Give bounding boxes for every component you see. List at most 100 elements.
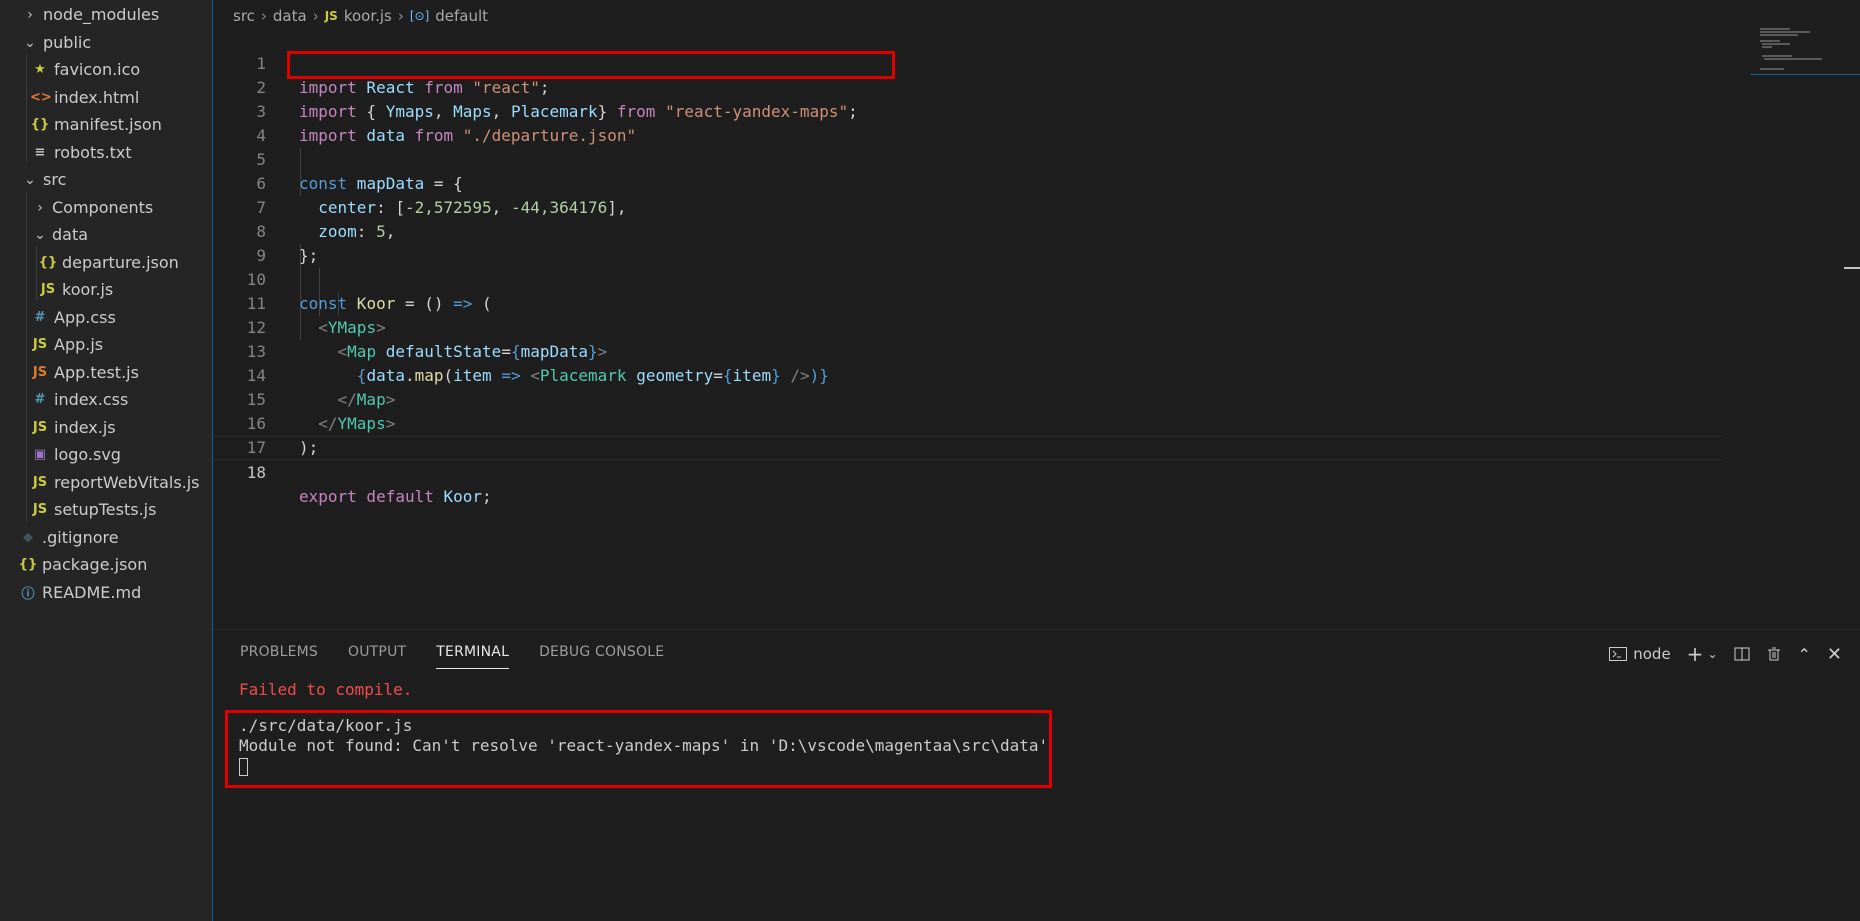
text-file-icon: ≡ bbox=[34, 145, 46, 160]
svg-image-icon: ▣ bbox=[33, 447, 47, 462]
chevron-right-icon: › bbox=[37, 199, 43, 216]
split-terminal-icon[interactable] bbox=[1734, 646, 1750, 662]
git-icon: ◆ bbox=[23, 530, 33, 545]
code-line: 3 import data from "./departure.json" bbox=[214, 76, 1724, 145]
minimap-viewport bbox=[1750, 74, 1860, 75]
chevron-right-icon: › bbox=[312, 7, 319, 25]
tree-item-report-web-vitals[interactable]: JS reportWebVitals.js bbox=[0, 469, 212, 496]
tree-item-label: src bbox=[43, 170, 67, 189]
tree-item-index-html[interactable]: <> index.html bbox=[0, 84, 212, 111]
code-line: 17 bbox=[214, 412, 1724, 457]
tab-output[interactable]: OUTPUT bbox=[348, 644, 406, 669]
tree-item-gitignore[interactable]: ◆ .gitignore bbox=[0, 524, 212, 551]
tree-item-label: data bbox=[52, 225, 89, 244]
tab-debug-console[interactable]: DEBUG CONSOLE bbox=[539, 644, 664, 669]
tree-item-app-js[interactable]: JS App.js bbox=[0, 331, 212, 358]
chevron-down-icon: ⌄ bbox=[24, 171, 36, 188]
tab-problems[interactable]: PROBLEMS bbox=[240, 644, 318, 669]
breadcrumb-item[interactable]: koor.js bbox=[344, 7, 392, 25]
breadcrumb: src › data › JS koor.js › [⊙] default bbox=[233, 5, 488, 27]
code-line: 4 bbox=[214, 100, 1724, 145]
tree-item-label: .gitignore bbox=[42, 528, 119, 547]
scrollbar-marker bbox=[1844, 267, 1860, 269]
tree-item-robots[interactable]: ≡ robots.txt bbox=[0, 139, 212, 166]
explorer-sidebar: › node_modules ⌄ public ★ favicon.ico <>… bbox=[0, 0, 213, 921]
terminal-selector[interactable]: node bbox=[1609, 645, 1671, 663]
tree-item-public[interactable]: ⌄ public bbox=[0, 29, 212, 56]
code-line: 7 zoom: 5, bbox=[214, 172, 1724, 241]
code-line: 16 ); bbox=[214, 388, 1724, 457]
js-icon: JS bbox=[40, 282, 56, 297]
tree-item-logo[interactable]: ▣ logo.svg bbox=[0, 441, 212, 468]
tree-item-koor[interactable]: JS koor.js bbox=[0, 276, 212, 303]
maximize-panel-icon[interactable]: ⌃ bbox=[1798, 645, 1811, 664]
tree-item-readme[interactable]: ⓘ README.md bbox=[0, 579, 212, 606]
chevron-right-icon: › bbox=[397, 7, 404, 25]
js-icon: JS bbox=[32, 475, 48, 490]
code-line: 15 </YMaps> bbox=[214, 364, 1724, 433]
tree-item-index-js[interactable]: JS index.js bbox=[0, 414, 212, 441]
tree-item-label: setupTests.js bbox=[54, 500, 157, 519]
tree-item-label: package.json bbox=[42, 555, 148, 574]
import-highlight-box bbox=[287, 51, 895, 79]
tree-item-departure[interactable]: {} departure.json bbox=[0, 249, 212, 276]
minimap-line bbox=[1760, 34, 1798, 36]
minimap[interactable] bbox=[1750, 28, 1860, 88]
terminal-icon bbox=[1609, 647, 1628, 661]
tree-item-label: node_modules bbox=[43, 5, 160, 24]
tree-item-label: README.md bbox=[42, 583, 142, 602]
json-icon: {} bbox=[30, 117, 50, 132]
tab-terminal[interactable]: TERMINAL bbox=[436, 644, 510, 669]
code-area[interactable]: 1 import React from "react"; 2 import { … bbox=[214, 28, 1724, 508]
tree-item-manifest[interactable]: {} manifest.json bbox=[0, 111, 212, 138]
code-line-current: 18 export default Koor; bbox=[214, 436, 1724, 506]
tree-item-label: App.css bbox=[54, 308, 116, 327]
chevron-right-icon: › bbox=[27, 6, 33, 23]
code-line: 5 const mapData = { bbox=[214, 124, 1724, 193]
tree-item-label: index.css bbox=[54, 390, 129, 409]
test-js-icon: JS bbox=[32, 365, 48, 380]
tree-item-setup-tests[interactable]: JS setupTests.js bbox=[0, 496, 212, 523]
terminal-name: node bbox=[1633, 645, 1671, 663]
code-line: 14 </Map> bbox=[214, 340, 1724, 409]
js-icon: JS bbox=[32, 337, 48, 352]
breadcrumb-item[interactable]: data bbox=[273, 7, 307, 25]
tree-item-label: reportWebVitals.js bbox=[54, 473, 200, 492]
tree-item-package-json[interactable]: {} package.json bbox=[0, 551, 212, 578]
code-line: 1 import React from "react"; bbox=[214, 28, 1724, 97]
panel-tabs: PROBLEMS OUTPUT TERMINAL DEBUG CONSOLE bbox=[240, 644, 664, 669]
code-editor[interactable]: src › data › JS koor.js › [⊙] default 1 … bbox=[214, 0, 1860, 628]
code-line: 11 <YMaps> bbox=[214, 268, 1724, 337]
tree-item-label: index.html bbox=[54, 88, 140, 107]
info-icon: ⓘ bbox=[21, 587, 35, 602]
minimap-line bbox=[1760, 28, 1790, 30]
compile-error-title: Failed to compile. bbox=[239, 680, 413, 699]
tree-item-data[interactable]: ⌄ data bbox=[0, 221, 212, 248]
tree-item-label: App.js bbox=[54, 335, 104, 354]
tree-item-label: favicon.ico bbox=[54, 60, 141, 79]
trash-icon[interactable] bbox=[1766, 646, 1782, 662]
tree-item-app-test[interactable]: JS App.test.js bbox=[0, 359, 212, 386]
css-icon: # bbox=[34, 310, 46, 325]
tree-item-label: manifest.json bbox=[54, 115, 162, 134]
code-line: 6 center: [-2,572595, -44,364176], bbox=[214, 148, 1724, 217]
tree-item-label: logo.svg bbox=[54, 445, 121, 464]
breadcrumb-item[interactable]: default bbox=[435, 7, 488, 25]
json-icon: {} bbox=[38, 255, 58, 270]
chevron-down-icon: ⌄ bbox=[34, 226, 46, 243]
chevron-down-icon[interactable]: ⌄ bbox=[1707, 647, 1717, 661]
minimap-line bbox=[1764, 58, 1822, 60]
tree-item-favicon[interactable]: ★ favicon.ico bbox=[0, 56, 212, 83]
tree-item-app-css[interactable]: # App.css bbox=[0, 304, 212, 331]
js-icon: JS bbox=[32, 502, 48, 517]
tree-item-components[interactable]: › Components bbox=[0, 194, 212, 221]
tree-item-node-modules[interactable]: › node_modules bbox=[0, 1, 212, 28]
code-line: 12 <Map defaultState={mapData}> bbox=[214, 292, 1724, 361]
tree-item-index-css[interactable]: # index.css bbox=[0, 386, 212, 413]
tree-item-src[interactable]: ⌄ src bbox=[0, 166, 212, 193]
breadcrumb-item[interactable]: src bbox=[233, 7, 255, 25]
js-icon: JS bbox=[324, 9, 338, 23]
tree-item-label: App.test.js bbox=[54, 363, 139, 382]
add-terminal-icon[interactable]: + bbox=[1687, 642, 1704, 666]
close-icon[interactable]: ✕ bbox=[1827, 644, 1842, 665]
